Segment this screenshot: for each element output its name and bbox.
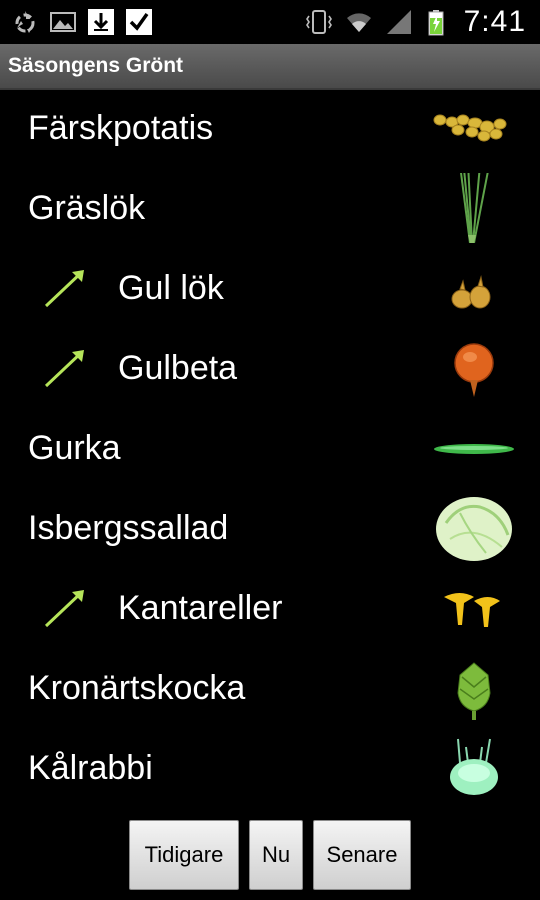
item-label: Färskpotatis [28,108,214,147]
signal-icon [384,7,414,37]
vibrate-icon [304,7,334,37]
clock: 7:41 [463,5,526,38]
list-item[interactable]: Kronärtskocka [0,648,540,728]
list-item[interactable]: Isbergssallad [0,488,540,568]
item-label: Gräslök [28,188,146,227]
list-item[interactable]: Gurka [0,408,540,488]
kohlrabi-image [430,733,518,803]
new-potatoes-image [430,93,518,163]
system-icons: 7:41 [304,5,540,39]
yellow-onion-image [430,253,518,323]
item-label: Kronärtskocka [28,668,246,707]
list-item[interactable]: Gul lök [0,248,540,328]
item-label: Kålrabbi [28,748,153,787]
list-item[interactable]: Gräslök [0,162,540,248]
check-icon [124,7,154,37]
status-bar: 7:41 [0,0,540,44]
earlier-button[interactable]: Tidigare [129,820,239,890]
gallery-icon [48,7,78,37]
item-label: Gul lök [118,268,224,307]
iceberg-lettuce-image [430,493,518,563]
item-label: Isbergssallad [28,508,229,547]
app-title: Säsongens Grönt [8,54,184,77]
list-item[interactable]: Färskpotatis [0,88,540,168]
yellow-beet-image [430,333,518,403]
trend-up-arrow-icon [44,350,84,388]
later-button[interactable]: Senare [313,820,411,890]
notification-icons [0,7,154,37]
artichoke-image [430,653,518,723]
trend-up-arrow-icon [44,270,84,308]
recycle-icon [10,7,40,37]
title-bar: Säsongens Grönt [0,44,540,90]
now-button[interactable]: Nu [249,820,303,890]
cucumber-image [430,413,518,483]
navigation-buttons: Tidigare Nu Senare [0,820,540,892]
list-item[interactable]: Kålrabbi [0,728,540,808]
list-item[interactable]: Gulbeta [0,328,540,408]
list-item[interactable]: Kantareller [0,568,540,648]
chives-image [430,162,518,244]
item-label: Gurka [28,428,121,467]
vegetable-list: Färskpotatis Gräslök Gul lök Gulbeta Gur… [0,88,540,808]
trend-up-arrow-icon [44,590,84,628]
item-label: Gulbeta [118,348,238,387]
item-label: Kantareller [118,588,283,627]
download-icon [86,7,116,37]
wifi-icon [344,7,374,37]
battery-charging-icon [424,7,454,37]
chanterelles-image [430,573,518,643]
